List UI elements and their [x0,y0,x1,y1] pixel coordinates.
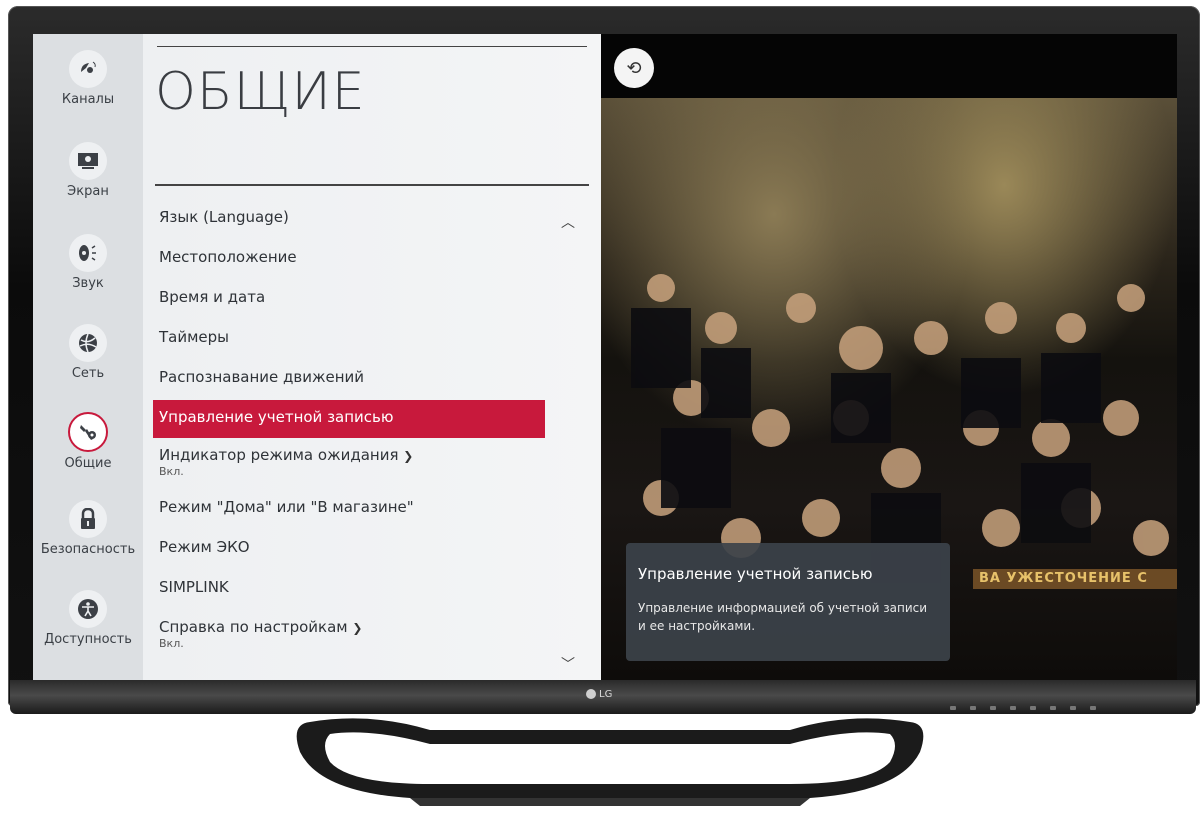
tv-hardware-buttons [950,706,1150,714]
lg-logo: LG [586,687,626,701]
rail-label: Каналы [61,92,115,107]
tv-screen: Каналы Экран Звук Сеть Общие Безопасност… [33,34,1177,680]
menu-item-location[interactable]: Местоположение [159,248,297,266]
accessibility-person-icon [69,590,107,628]
menu-item-value: Вкл. [159,465,184,478]
menu-item-account-management[interactable]: Управление учетной записью [153,400,545,438]
menu-item-eco-mode[interactable]: Режим ЭКО [159,538,250,556]
menu-item-home-store-mode[interactable]: Режим "Дома" или "В магазине" [159,498,414,516]
rail-item-security[interactable]: Безопасность [33,500,143,557]
rail-label: Безопасность [40,542,136,557]
chevron-down-icon: ❯ [403,449,414,463]
back-button[interactable]: ⟲ [614,48,654,88]
chevron-down-icon: ❯ [352,621,363,635]
menu-item-value: Вкл. [159,637,184,650]
rail-item-screen[interactable]: Экран [33,142,143,199]
lg-logo-icon [586,689,596,699]
news-ticker: ВА УЖЕСТОЧЕНИЕ С [973,569,1177,589]
rail-label: Звук [72,276,104,291]
rail-item-general[interactable]: Общие [33,412,143,471]
menu-item-timers[interactable]: Таймеры [159,328,229,346]
divider [155,184,589,186]
menu-item-time-date[interactable]: Время и дата [159,288,265,306]
menu-item-label: Справка по настройкам [159,618,348,636]
menu-item-motion-recognition[interactable]: Распознавание движений [159,368,364,386]
menu-item-language[interactable]: Язык (Language) [159,208,289,226]
rail-item-network[interactable]: Сеть [33,324,143,381]
back-arrow-icon: ⟲ [626,57,642,79]
rail-item-accessibility[interactable]: Доступность [33,590,143,647]
speaker-icon [69,234,107,272]
wrench-gear-icon [68,412,108,452]
rail-label: Общие [64,456,112,471]
divider [157,46,587,47]
satellite-dish-icon [69,50,107,88]
settings-category-rail: Каналы Экран Звук Сеть Общие Безопасност… [33,34,143,680]
globe-network-icon [69,324,107,362]
lg-logo-text: LG [599,688,613,700]
menu-item-simplink[interactable]: SIMPLINK [159,578,229,596]
menu-item-settings-help[interactable]: Справка по настройкам ❯ Вкл. [159,618,362,650]
info-card-description: Управление информацией об учетной записи… [638,601,928,633]
tv-stand [296,718,924,806]
scroll-down-chevron-icon[interactable]: ﹀ [561,654,575,674]
monitor-icon [69,142,107,180]
menu-item-standby-indicator[interactable]: Индикатор режима ожидания ❯ Вкл. [159,446,413,478]
settings-menu-panel: ОБЩИЕ ︿ Язык (Language) Местоположение В… [143,34,601,680]
video-letterbox [601,34,1177,98]
info-card-title: Управление учетной записью [638,565,873,583]
page-title: ОБЩИЕ [155,62,366,122]
help-info-card: Управление учетной записью Управление ин… [626,543,950,661]
scroll-up-chevron-icon[interactable]: ︿ [561,212,575,232]
rail-label: Доступность [44,632,132,647]
lock-icon [69,500,107,538]
menu-item-label: Индикатор режима ожидания [159,446,399,464]
rail-label: Экран [67,184,109,199]
rail-item-channels[interactable]: Каналы [33,50,143,107]
rail-item-sound[interactable]: Звук [33,234,143,291]
rail-label: Сеть [71,366,105,381]
